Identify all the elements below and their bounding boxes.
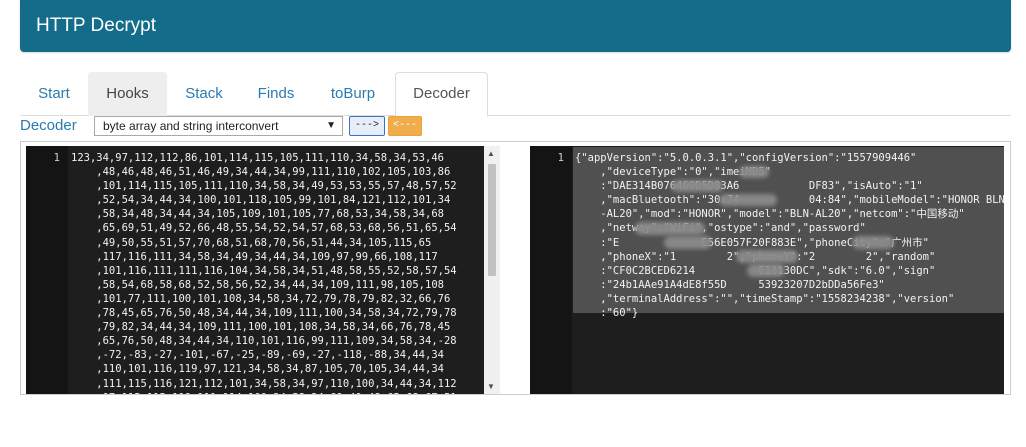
redaction-mark bbox=[719, 194, 777, 206]
code-line: {"appVersion":"5.0.0.3.1","configVersion… bbox=[575, 152, 917, 164]
code-line: ,49,50,55,51,57,70,68,51,68,70,56,51,44,… bbox=[71, 236, 432, 249]
decoder-panel: 1 123,34,97,112,112,86,101,114,115,105,1… bbox=[20, 141, 1011, 395]
code-line: ,58,54,68,58,68,52,58,56,52,34,44,34,109… bbox=[71, 278, 444, 291]
left-scrollbar[interactable]: ▲ ▼ bbox=[484, 146, 500, 394]
decoder-mode-select[interactable]: byte array and string interconvert ▼ bbox=[94, 116, 343, 136]
right-gutter: 1 bbox=[530, 146, 572, 394]
scroll-thumb[interactable] bbox=[488, 164, 496, 276]
redaction-mark bbox=[736, 250, 798, 263]
line-number: 1 bbox=[557, 152, 564, 164]
scroll-up-icon[interactable]: ▲ bbox=[487, 149, 495, 158]
convert-left-button[interactable]: <--- bbox=[388, 116, 422, 136]
tab-hooks[interactable]: Hooks bbox=[88, 72, 167, 116]
code-line: ,101,116,111,111,116,104,34,58,34,51,48,… bbox=[71, 264, 457, 277]
convert-right-button[interactable]: ---> bbox=[349, 116, 385, 136]
code-line: ,65,76,50,48,34,44,34,110,101,116,99,111… bbox=[71, 335, 457, 348]
left-gutter: 1 bbox=[26, 146, 68, 394]
code-line: :"E E56E057F20F883E","phoneCity":"广州市" bbox=[575, 236, 929, 249]
right-code[interactable]: {"appVersion":"5.0.0.3.1","configVersion… bbox=[575, 151, 1004, 320]
code-line: :"60"} bbox=[575, 307, 639, 320]
redaction-mark bbox=[852, 236, 894, 249]
decoder-label: Decoder bbox=[20, 117, 77, 134]
code-line: ,101,77,111,100,101,108,34,58,34,72,79,7… bbox=[71, 292, 451, 305]
chevron-down-icon: ▼ bbox=[326, 120, 336, 131]
code-line: ,79,82,34,44,34,109,111,100,101,108,34,5… bbox=[71, 321, 451, 334]
code-line: ,117,116,111,34,58,34,49,34,44,34,109,97… bbox=[71, 250, 438, 263]
code-line: ,52,54,34,44,34,100,101,118,105,99,101,8… bbox=[71, 194, 451, 207]
right-editor[interactable]: 1 {"appVersion":"5.0.0.3.1","configVersi… bbox=[530, 146, 1004, 394]
code-line: ,-72,-83,-27,-101,-67,-25,-89,-69,-27,-1… bbox=[71, 349, 444, 362]
redaction-mark bbox=[671, 180, 723, 192]
decoder-mode-value: byte array and string interconvert bbox=[103, 119, 279, 133]
code-line: ,48,46,48,46,51,46,49,34,44,34,99,111,11… bbox=[71, 166, 451, 179]
code-line: ,"deviceType":"0","imeiMD5" bbox=[575, 166, 771, 179]
code-line: ,65,69,51,49,52,66,48,55,54,52,54,57,68,… bbox=[71, 222, 457, 235]
scroll-down-icon[interactable]: ▼ bbox=[487, 382, 495, 391]
tab-toburp[interactable]: toBurp bbox=[311, 72, 395, 116]
line-number: 1 bbox=[53, 152, 60, 164]
code-line: ,"macBluetooth":"30:74 04:84","mobileMod… bbox=[575, 194, 1004, 207]
tab-stack[interactable]: Stack bbox=[167, 72, 241, 116]
code-line: ,101,114,115,105,111,110,34,58,34,49,53,… bbox=[71, 180, 457, 193]
app-header: HTTP Decrypt bbox=[20, 0, 1011, 52]
code-line: ,111,115,116,121,112,101,34,58,34,97,110… bbox=[71, 377, 457, 390]
code-line: 123,34,97,112,112,86,101,114,115,105,111… bbox=[71, 152, 444, 164]
code-line: -AL20","mod":"HONOR","model":"BLN-AL20",… bbox=[575, 208, 965, 221]
code-line: :"CF0C2BCED6214 E13130DC","sdk":"6.0","s… bbox=[600, 264, 936, 277]
app-title: HTTP Decrypt bbox=[36, 15, 157, 36]
code-line: ,"terminalAddress":"","timeStamp":"15582… bbox=[575, 292, 955, 305]
redaction-mark bbox=[635, 222, 705, 235]
redaction-mark bbox=[747, 264, 785, 277]
code-line: :"24b1AAe91A4dE8f55D 53923207D2bDDa56Fe3… bbox=[575, 278, 885, 291]
tab-bar: Start Hooks Stack Finds toBurp Decoder bbox=[20, 72, 1011, 117]
tab-finds[interactable]: Finds bbox=[241, 72, 311, 116]
left-code[interactable]: 123,34,97,112,112,86,101,114,115,105,111… bbox=[71, 151, 457, 394]
code-line: ,58,34,48,34,44,34,105,109,101,105,77,68… bbox=[71, 208, 444, 221]
redaction-mark bbox=[739, 166, 769, 178]
code-line: ,110,101,116,119,97,121,34,58,34,87,105,… bbox=[71, 363, 444, 376]
redaction-mark bbox=[664, 236, 712, 249]
left-editor[interactable]: 1 123,34,97,112,112,86,101,114,115,105,1… bbox=[26, 146, 486, 394]
code-line: ,78,45,65,76,50,48,34,44,34,109,111,100,… bbox=[71, 307, 457, 320]
code-line: ,97,115,115,119,111,114,100,34,58,34,69,… bbox=[71, 391, 456, 394]
tab-start[interactable]: Start bbox=[20, 72, 88, 116]
code-line: :"DAE314B076469D5D83A6 DF83","isAuto":"1… bbox=[575, 180, 923, 193]
tab-decoder[interactable]: Decoder bbox=[395, 72, 488, 117]
